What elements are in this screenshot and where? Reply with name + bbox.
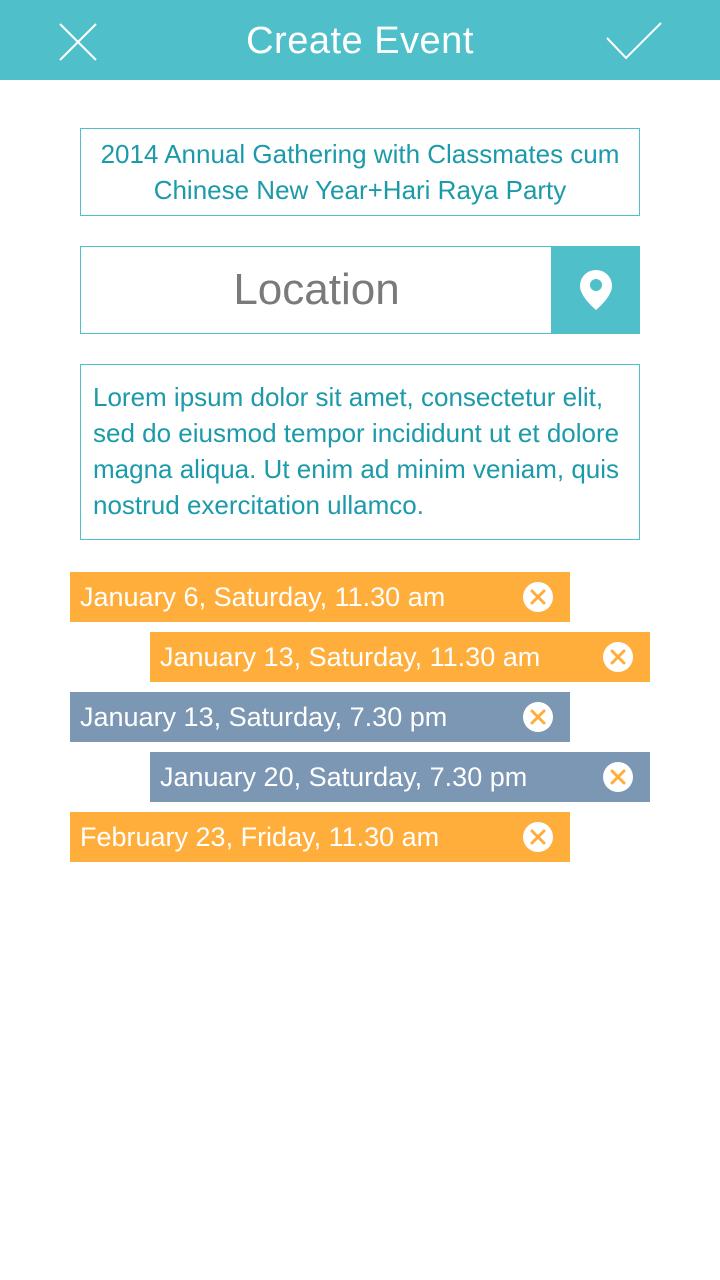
date-chip[interactable]: January 13, Saturday, 7.30 pm	[70, 692, 570, 742]
remove-circle-icon	[530, 829, 546, 845]
date-chip-label: January 20, Saturday, 7.30 pm	[160, 762, 528, 792]
event-description-text: Lorem ipsum dolor sit amet, consectetur …	[93, 382, 620, 520]
date-chip-label: February 23, Friday, 11.30 am	[80, 822, 440, 852]
date-chip[interactable]: January 20, Saturday, 7.30 pm	[150, 752, 650, 802]
remove-date-button[interactable]	[523, 702, 553, 732]
check-icon	[606, 22, 662, 60]
event-description-field[interactable]: Lorem ipsum dolor sit amet, consectetur …	[80, 364, 640, 540]
close-icon	[59, 23, 97, 61]
remove-circle-icon	[610, 649, 626, 665]
location-picker-button[interactable]	[551, 246, 640, 334]
remove-date-button[interactable]	[603, 762, 633, 792]
remove-circle-icon	[530, 589, 546, 605]
location-row	[80, 246, 640, 334]
map-pin-icon	[579, 270, 612, 310]
remove-date-button[interactable]	[523, 582, 553, 612]
date-chip-label: January 13, Saturday, 7.30 pm	[80, 702, 448, 732]
remove-date-button[interactable]	[523, 822, 553, 852]
create-event-screen: Create Event 2014 Annual Gathering with …	[0, 0, 720, 1280]
date-chip-label: January 6, Saturday, 11.30 am	[80, 582, 446, 612]
date-chip[interactable]: February 23, Friday, 11.30 am	[70, 812, 570, 862]
date-chip-label: January 13, Saturday, 11.30 am	[160, 642, 541, 672]
event-title-text: 2014 Annual Gathering with Classmates cu…	[100, 139, 620, 205]
close-button[interactable]	[56, 20, 100, 64]
remove-circle-icon	[610, 769, 626, 785]
remove-date-button[interactable]	[603, 642, 633, 672]
remove-circle-icon	[530, 709, 546, 725]
date-chip[interactable]: January 6, Saturday, 11.30 am	[70, 572, 570, 622]
app-header: Create Event	[0, 0, 720, 80]
event-title-field[interactable]: 2014 Annual Gathering with Classmates cu…	[80, 128, 640, 216]
page-title: Create Event	[246, 20, 474, 62]
date-chip[interactable]: January 13, Saturday, 11.30 am	[150, 632, 650, 682]
location-input[interactable]	[80, 246, 552, 334]
confirm-button[interactable]	[604, 18, 664, 64]
